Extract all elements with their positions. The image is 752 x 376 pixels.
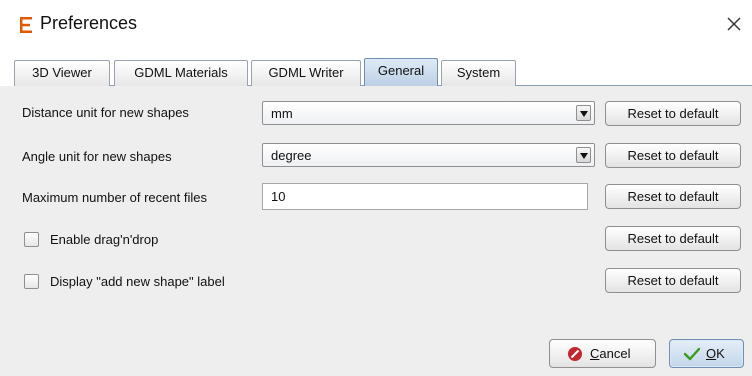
checkmark-icon [683,347,701,364]
drag-drop-label: Enable drag'n'drop [50,232,159,247]
add-shape-label-checkbox[interactable] [24,274,39,289]
app-e-logo-icon [20,17,32,33]
chevron-down-icon[interactable] [576,105,591,121]
tab-gdml-materials[interactable]: GDML Materials [114,60,248,86]
max-recent-files-label: Maximum number of recent files [22,190,207,205]
tab-3d-viewer[interactable]: 3D Viewer [14,60,110,86]
drag-drop-checkbox[interactable] [24,232,39,247]
title-bar: Preferences [0,0,752,50]
drag-drop-reset-button[interactable]: Reset to default [605,226,741,251]
general-settings-panel: Distance unit for new shapes mm Reset to… [0,86,752,376]
max-recent-files-input[interactable] [262,183,588,210]
chevron-down-icon[interactable] [576,147,591,163]
close-icon[interactable] [724,14,744,34]
ok-button[interactable]: OK [669,339,744,368]
cancel-label: Cancel [590,346,631,361]
max-recent-files-reset-button[interactable]: Reset to default [605,184,741,209]
tab-gdml-writer[interactable]: GDML Writer [251,60,361,86]
add-shape-label-reset-button[interactable]: Reset to default [605,268,741,293]
distance-unit-select[interactable]: mm [262,101,595,125]
window-title: Preferences [40,13,138,33]
angle-unit-reset-button[interactable]: Reset to default [605,143,741,168]
cancel-icon [568,347,582,364]
ok-label: OK [706,346,725,361]
distance-unit-label: Distance unit for new shapes [22,105,189,120]
add-shape-label-text: Display "add new shape" label [50,274,225,289]
cancel-button[interactable]: Cancel [549,339,656,368]
distance-unit-reset-button[interactable]: Reset to default [605,101,741,126]
angle-unit-select[interactable]: degree [262,143,595,167]
tab-bar: 3D Viewer GDML Materials GDML Writer Gen… [0,58,752,86]
angle-unit-value: degree [271,148,312,163]
tab-general[interactable]: General [364,58,438,86]
distance-unit-value: mm [271,106,293,121]
angle-unit-label: Angle unit for new shapes [22,149,172,164]
tab-system[interactable]: System [441,60,516,86]
